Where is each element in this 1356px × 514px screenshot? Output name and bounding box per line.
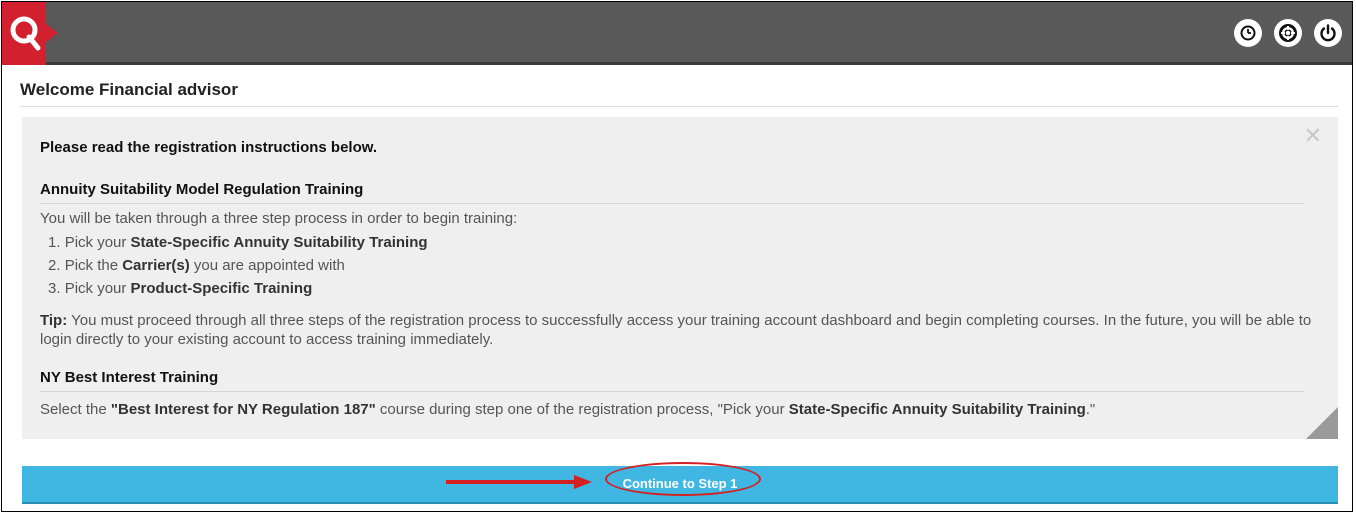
section-title-ny: NY Best Interest Training bbox=[40, 369, 219, 386]
lifebuoy-icon[interactable] bbox=[1274, 19, 1302, 47]
close-icon[interactable]: ✕ bbox=[1304, 123, 1322, 149]
annotation-arrow bbox=[446, 475, 592, 489]
instructions-panel: ✕ Please read the registration instructi… bbox=[22, 117, 1338, 439]
welcome-heading: Welcome Financial advisor bbox=[20, 80, 238, 99]
continue-button[interactable]: Continue to Step 1 bbox=[22, 466, 1338, 504]
section-title-annuity: Annuity Suitability Model Regulation Tra… bbox=[40, 181, 364, 198]
page-fold-corner bbox=[1306, 407, 1338, 439]
power-icon[interactable] bbox=[1314, 19, 1342, 47]
tip-label: Tip: bbox=[40, 312, 68, 329]
top-bar bbox=[2, 2, 1352, 65]
divider bbox=[20, 106, 1338, 107]
tip-text: Tip: You must proceed through all three … bbox=[40, 312, 1312, 348]
list-item: 2. Pick the Carrier(s) you are appointed… bbox=[48, 257, 345, 274]
app-frame: Welcome Financial advisor ✕ Please read … bbox=[1, 1, 1353, 512]
panel-title: Please read the registration instruction… bbox=[40, 139, 378, 156]
continue-label: Continue to Step 1 bbox=[622, 476, 738, 491]
q-logo[interactable] bbox=[2, 2, 58, 65]
clock-icon[interactable] bbox=[1234, 19, 1262, 47]
list-item: 3. Pick your Product-Specific Training bbox=[48, 280, 313, 297]
divider bbox=[40, 391, 1304, 392]
divider bbox=[40, 203, 1304, 204]
list-item: 1. Pick your State-Specific Annuity Suit… bbox=[48, 234, 428, 251]
intro-text: You will be taken through a three step p… bbox=[40, 210, 518, 227]
ny-text: Select the "Best Interest for NY Regulat… bbox=[40, 401, 1096, 418]
